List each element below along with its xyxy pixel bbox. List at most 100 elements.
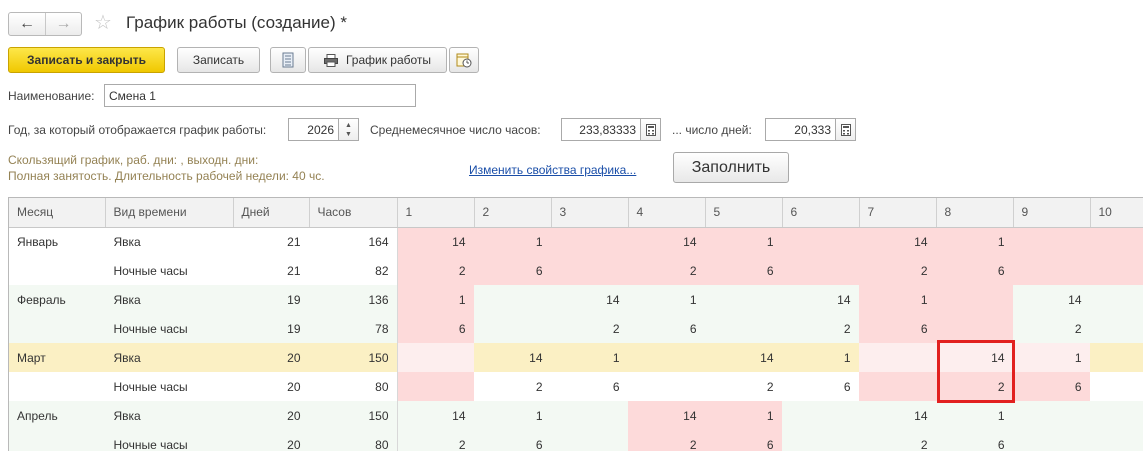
day-cell[interactable]	[705, 285, 782, 314]
days-cell[interactable]: 21	[233, 227, 309, 256]
year-field[interactable]: 2026	[288, 118, 339, 141]
save-and-close-button[interactable]: Записать и закрыть	[8, 47, 165, 73]
name-field[interactable]: Смена 1	[104, 84, 416, 107]
day-cell[interactable]	[782, 227, 859, 256]
table-row[interactable]: Ночные часы 19 78 6 2 6 2 6 2	[9, 314, 1143, 343]
table-row[interactable]: Ночные часы 20 80 2 6 2 6 2 6	[9, 372, 1143, 401]
day-cell[interactable]	[1090, 372, 1143, 401]
table-row[interactable]: Ночные часы 21 82 2 6 2 6 2 6	[9, 256, 1143, 285]
month-cell[interactable]: Апрель	[9, 401, 105, 430]
day-cell[interactable]	[1090, 401, 1143, 430]
day-cell[interactable]: 1	[551, 343, 628, 372]
day-cell[interactable]: 2	[628, 430, 705, 451]
day-cell[interactable]	[474, 285, 551, 314]
day-cell[interactable]: 6	[628, 314, 705, 343]
time-kind-cell[interactable]: Явка	[105, 343, 233, 372]
day-cell[interactable]: 1	[474, 227, 551, 256]
hours-cell[interactable]: 80	[309, 430, 398, 451]
table-row[interactable]: Апрель Явка 20 150 14 1 14 1 14 1	[9, 401, 1143, 430]
day-cell[interactable]	[1013, 430, 1090, 451]
day-cell[interactable]	[474, 314, 551, 343]
day-cell[interactable]	[1090, 256, 1143, 285]
day-cell[interactable]: 2	[397, 430, 474, 451]
day-cell[interactable]	[397, 372, 474, 401]
table-row[interactable]: Январь Явка 21 164 14 1 14 1 14 1	[9, 227, 1143, 256]
month-cell[interactable]: Февраль	[9, 285, 105, 314]
day-cell[interactable]: 14	[859, 227, 936, 256]
day-cell[interactable]	[859, 343, 936, 372]
day-cell[interactable]	[1090, 227, 1143, 256]
calendar-clock-button[interactable]	[449, 47, 479, 73]
column-header[interactable]: Вид времени	[105, 198, 234, 228]
change-schedule-properties-link[interactable]: Изменить свойства графика...	[469, 163, 636, 177]
day-cell[interactable]: 6	[551, 372, 628, 401]
day-cell[interactable]: 14	[628, 401, 705, 430]
spin-up-icon[interactable]: ▲	[345, 121, 352, 130]
day-cell[interactable]	[859, 372, 936, 401]
time-kind-cell[interactable]: Явка	[105, 227, 233, 256]
avg-hours-field[interactable]: 233,83333	[561, 118, 641, 141]
day-cell[interactable]: 1	[397, 285, 474, 314]
month-cell[interactable]: Март	[9, 343, 105, 372]
day-cell[interactable]	[628, 343, 705, 372]
day-cell[interactable]: 2	[1013, 314, 1090, 343]
day-cell[interactable]: 2	[474, 372, 551, 401]
column-header[interactable]: 10	[1090, 198, 1143, 228]
day-cell[interactable]	[782, 401, 859, 430]
column-header[interactable]: Дней	[233, 198, 310, 228]
day-cell[interactable]: 14	[1013, 285, 1090, 314]
day-cell[interactable]	[551, 430, 628, 451]
column-header[interactable]: 9	[1013, 198, 1091, 228]
time-kind-cell[interactable]: Явка	[105, 401, 233, 430]
day-cell[interactable]: 6	[474, 430, 551, 451]
table-row[interactable]: Март Явка 20 150 14 1 14 1 14 1	[9, 343, 1143, 372]
day-cell[interactable]	[628, 372, 705, 401]
day-cell[interactable]	[936, 285, 1013, 314]
favorite-star-icon[interactable]: ☆	[94, 12, 112, 34]
hours-cell[interactable]: 164	[309, 227, 398, 256]
day-cell[interactable]: 2	[705, 372, 782, 401]
column-header[interactable]: 2	[474, 198, 552, 228]
day-cell[interactable]: 14	[397, 401, 474, 430]
hours-cell[interactable]: 136	[309, 285, 398, 314]
day-cell[interactable]: 6	[705, 430, 782, 451]
days-cell[interactable]: 19	[233, 285, 309, 314]
day-cell[interactable]: 6	[474, 256, 551, 285]
day-cell[interactable]	[551, 227, 628, 256]
day-cell[interactable]	[551, 401, 628, 430]
day-cell[interactable]	[1013, 256, 1090, 285]
day-cell[interactable]	[1090, 343, 1143, 372]
column-header[interactable]: 6	[782, 198, 860, 228]
hours-cell[interactable]: 80	[309, 372, 398, 401]
day-cell[interactable]: 6	[936, 256, 1013, 285]
day-cell[interactable]: 14	[628, 227, 705, 256]
day-cell[interactable]	[936, 314, 1013, 343]
table-row[interactable]: Ночные часы 20 80 2 6 2 6 2 6	[9, 430, 1143, 451]
day-cell[interactable]: 6	[859, 314, 936, 343]
day-cell[interactable]	[551, 256, 628, 285]
days-cell[interactable]: 20	[233, 343, 309, 372]
back-icon[interactable]: ←	[9, 13, 45, 35]
column-header[interactable]: Месяц	[9, 198, 106, 228]
day-cell[interactable]: 2	[397, 256, 474, 285]
print-schedule-button[interactable]: График работы	[308, 47, 447, 73]
forward-icon[interactable]: →	[45, 13, 81, 35]
avg-days-calculator-button[interactable]	[836, 118, 856, 141]
day-cell[interactable]: 14	[936, 343, 1013, 372]
day-cell[interactable]: 1	[628, 285, 705, 314]
day-cell[interactable]: 1	[782, 343, 859, 372]
day-cell[interactable]: 1	[1013, 343, 1090, 372]
month-cell[interactable]	[9, 372, 105, 401]
day-cell[interactable]: 1	[936, 227, 1013, 256]
day-cell[interactable]: 2	[782, 314, 859, 343]
day-cell[interactable]: 14	[551, 285, 628, 314]
day-cell[interactable]: 2	[551, 314, 628, 343]
hours-cell[interactable]: 78	[309, 314, 398, 343]
day-cell[interactable]	[1090, 314, 1143, 343]
time-kind-cell[interactable]: Ночные часы	[105, 314, 233, 343]
day-cell[interactable]	[1013, 227, 1090, 256]
column-header[interactable]: 3	[551, 198, 629, 228]
avg-days-field[interactable]: 20,333	[765, 118, 836, 141]
days-cell[interactable]: 20	[233, 401, 309, 430]
month-cell[interactable]	[9, 314, 105, 343]
